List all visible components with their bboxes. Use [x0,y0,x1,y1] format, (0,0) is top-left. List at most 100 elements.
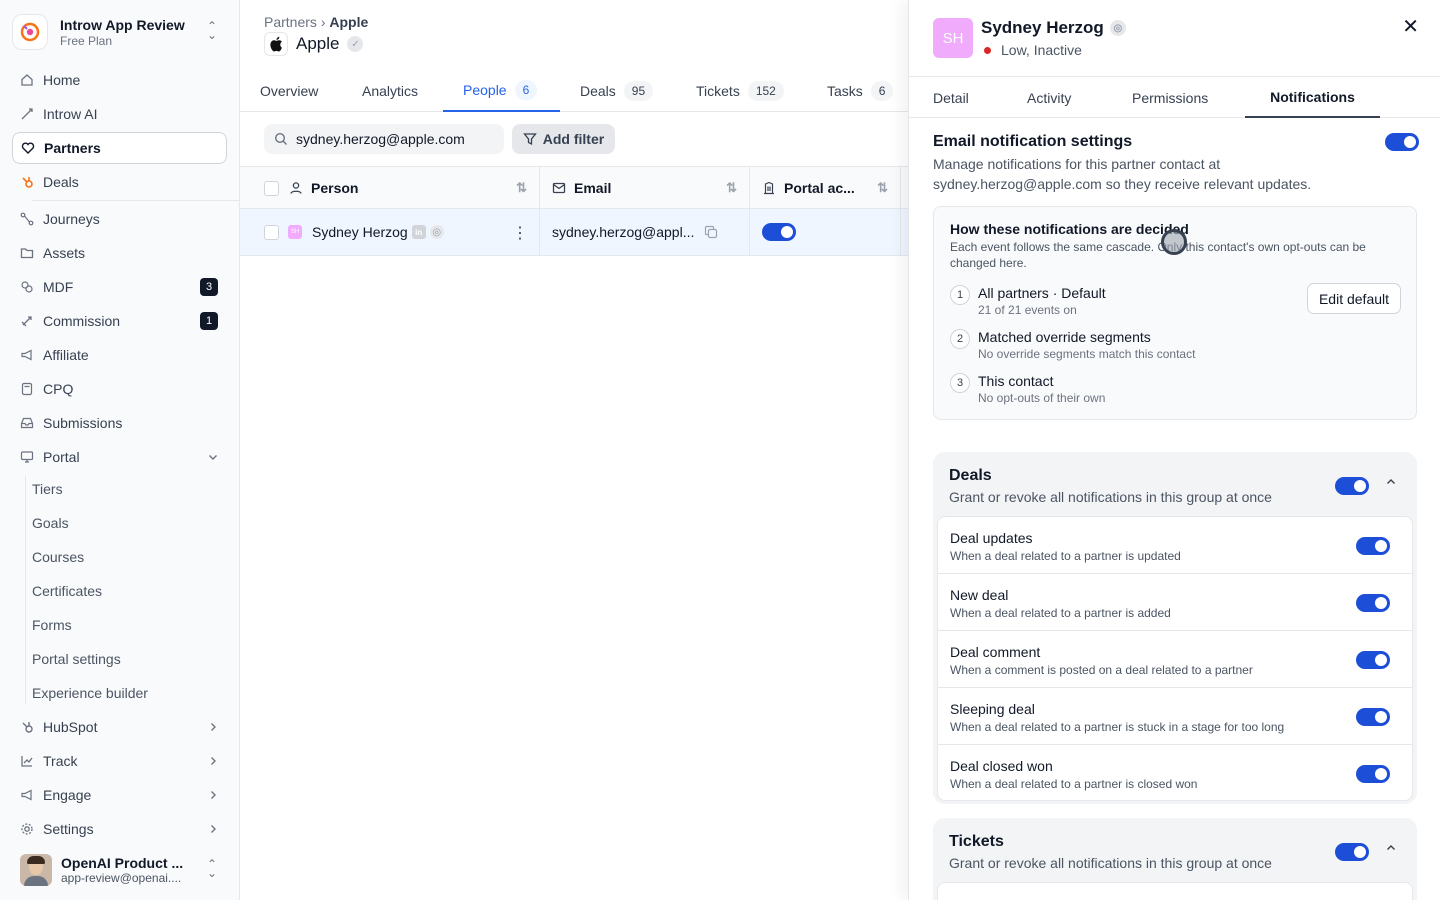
search-input[interactable]: sydney.herzog@apple.com [264,124,504,154]
sidebar-item-cpq[interactable]: CPQ [12,373,227,405]
apple-logo-icon [264,32,288,56]
column-person[interactable]: Person ⇅ [240,167,540,209]
building-icon [762,181,776,195]
edit-default-button[interactable]: Edit default [1307,283,1401,314]
tab-people[interactable]: People 6 [443,70,560,112]
tab-deals[interactable]: Deals 95 [580,70,654,112]
sidebar-subitem-goals[interactable]: Goals [32,508,69,538]
chevron-up-icon[interactable] [1385,476,1397,488]
calculator-icon [20,382,34,396]
sidebar-item-label: Partners [44,140,101,156]
step-title: All partners · Default [978,285,1106,301]
sidebar-item-mdf[interactable]: MDF 3 [12,271,227,303]
sidebar-subitem-forms[interactable]: Forms [32,610,72,640]
commission-count-badge: 1 [200,312,218,330]
search-value: sydney.herzog@apple.com [296,131,465,147]
sidebar-item-assets[interactable]: Assets [12,237,227,269]
step-number: 3 [950,373,970,393]
sort-icon[interactable]: ⇅ [877,180,888,196]
sidebar-item-label: Assets [43,245,86,261]
person-name[interactable]: Sydney Herzog [312,224,408,240]
tab-activity[interactable]: Activity [1027,77,1071,118]
event-toggle[interactable] [1356,537,1390,555]
table-row[interactable]: SH Sydney Herzog in ◎ ⋮ sydney.herzog@ap… [240,209,908,256]
tab-tasks[interactable]: Tasks 6 [827,70,894,112]
breadcrumb-parent[interactable]: Partners [264,14,317,30]
sidebar-item-introw-ai[interactable]: Introw AI [12,98,227,130]
hubspot-icon: ◎ [1109,20,1126,36]
sidebar-item-commission[interactable]: Commission 1 [12,305,227,337]
select-all-checkbox[interactable] [264,180,279,196]
panel-header: SH Sydney Herzog ◎ Low, Inactive ✕ [909,0,1440,77]
breadcrumb-current: Apple [329,14,369,30]
user-menu[interactable]: OpenAI Product ... app-review@openai....… [20,850,230,890]
sidebar-item-portal[interactable]: Portal [12,441,227,473]
copy-icon[interactable] [704,225,718,239]
tab-overview[interactable]: Overview [260,70,318,112]
tab-analytics[interactable]: Analytics [362,70,418,112]
group-description: Grant or revoke all notifications in thi… [949,855,1272,871]
chevron-up-icon[interactable] [1385,842,1397,854]
chevron-right-icon [207,823,219,835]
verified-icon: ✓ [347,36,364,52]
sidebar-subitem-portal-settings[interactable]: Portal settings [32,644,121,674]
sidebar-item-settings[interactable]: Settings [12,813,227,845]
introw-logo [12,14,48,50]
notification-group-deals: Deals Grant or revoke all notifications … [933,452,1417,804]
sidebar-item-hubspot[interactable]: HubSpot [12,711,227,743]
row-checkbox[interactable] [264,224,279,240]
event-toggle[interactable] [1356,594,1390,612]
column-email[interactable]: Email ⇅ [540,167,750,209]
column-portal-access[interactable]: Portal ac... ⇅ [750,167,901,209]
tab-permissions[interactable]: Permissions [1132,77,1208,118]
sidebar-subitem-experience-builder[interactable]: Experience builder [32,678,148,708]
monitor-icon [20,450,34,464]
sidebar-item-track[interactable]: Track [12,745,227,777]
sidebar-item-affiliate[interactable]: Affiliate [12,339,227,371]
portal-access-toggle[interactable] [762,223,796,241]
sidebar-subitem-courses[interactable]: Courses [32,542,84,572]
sidebar-item-partners[interactable]: Partners [12,132,227,164]
group-toggle[interactable] [1335,477,1369,495]
chevron-down-icon [207,451,219,463]
tab-count: 95 [623,81,654,101]
step-subtitle: No opt-outs of their own [978,391,1106,405]
sidebar-item-deals[interactable]: Deals [12,166,227,198]
tab-tickets[interactable]: Tickets 152 [696,70,784,112]
notification-group-tickets: Tickets Grant or revoke all notification… [933,818,1417,900]
sidebar-item-submissions[interactable]: Submissions [12,407,227,439]
workspace-switcher[interactable]: Introw App Review Free Plan ⌃ ⌄ [12,10,228,54]
step-subtitle: 21 of 21 events on [978,303,1077,317]
cell-email: sydney.herzog@appl... [540,209,750,255]
sidebar-subitem-tiers[interactable]: Tiers [32,474,63,504]
list-item: Deal updates When a deal related to a pa… [938,517,1412,574]
sidebar-item-home[interactable]: Home [12,64,227,96]
close-icon[interactable]: ✕ [1402,14,1419,39]
sort-icon[interactable]: ⇅ [516,180,527,196]
more-options-icon[interactable]: ⋮ [512,223,528,243]
chevron-right-icon [207,755,219,767]
sort-icon[interactable]: ⇅ [726,180,737,196]
group-toggle[interactable] [1335,843,1369,861]
sidebar-item-engage[interactable]: Engage [12,779,227,811]
group-event-list: Deal updates When a deal related to a pa… [937,516,1413,801]
tab-notifications[interactable]: Notifications [1245,77,1380,118]
sidebar-subitem-certificates[interactable]: Certificates [32,576,102,606]
tab-detail[interactable]: Detail [933,77,969,118]
add-filter-button[interactable]: Add filter [512,124,615,154]
tab-count: 6 [514,80,538,100]
sidebar-item-label: Affiliate [43,347,89,363]
contact-detail-panel: SH Sydney Herzog ◎ Low, Inactive ✕ Detai… [908,0,1440,900]
megaphone-icon [20,788,34,802]
email-notifications-toggle[interactable] [1385,133,1419,151]
sidebar-item-label: Portal [43,449,80,465]
column-label: Email [574,180,612,196]
sidebar-item-journeys[interactable]: Journeys [12,203,227,235]
event-toggle[interactable] [1356,708,1390,726]
panel-tabs: Detail Activity Permissions Notification… [909,77,1440,118]
event-toggle[interactable] [1356,651,1390,669]
hubspot-icon [20,175,34,189]
event-toggle[interactable] [1356,765,1390,783]
linkedin-icon[interactable]: in [411,225,426,239]
sidebar-item-label: Settings [43,821,94,837]
